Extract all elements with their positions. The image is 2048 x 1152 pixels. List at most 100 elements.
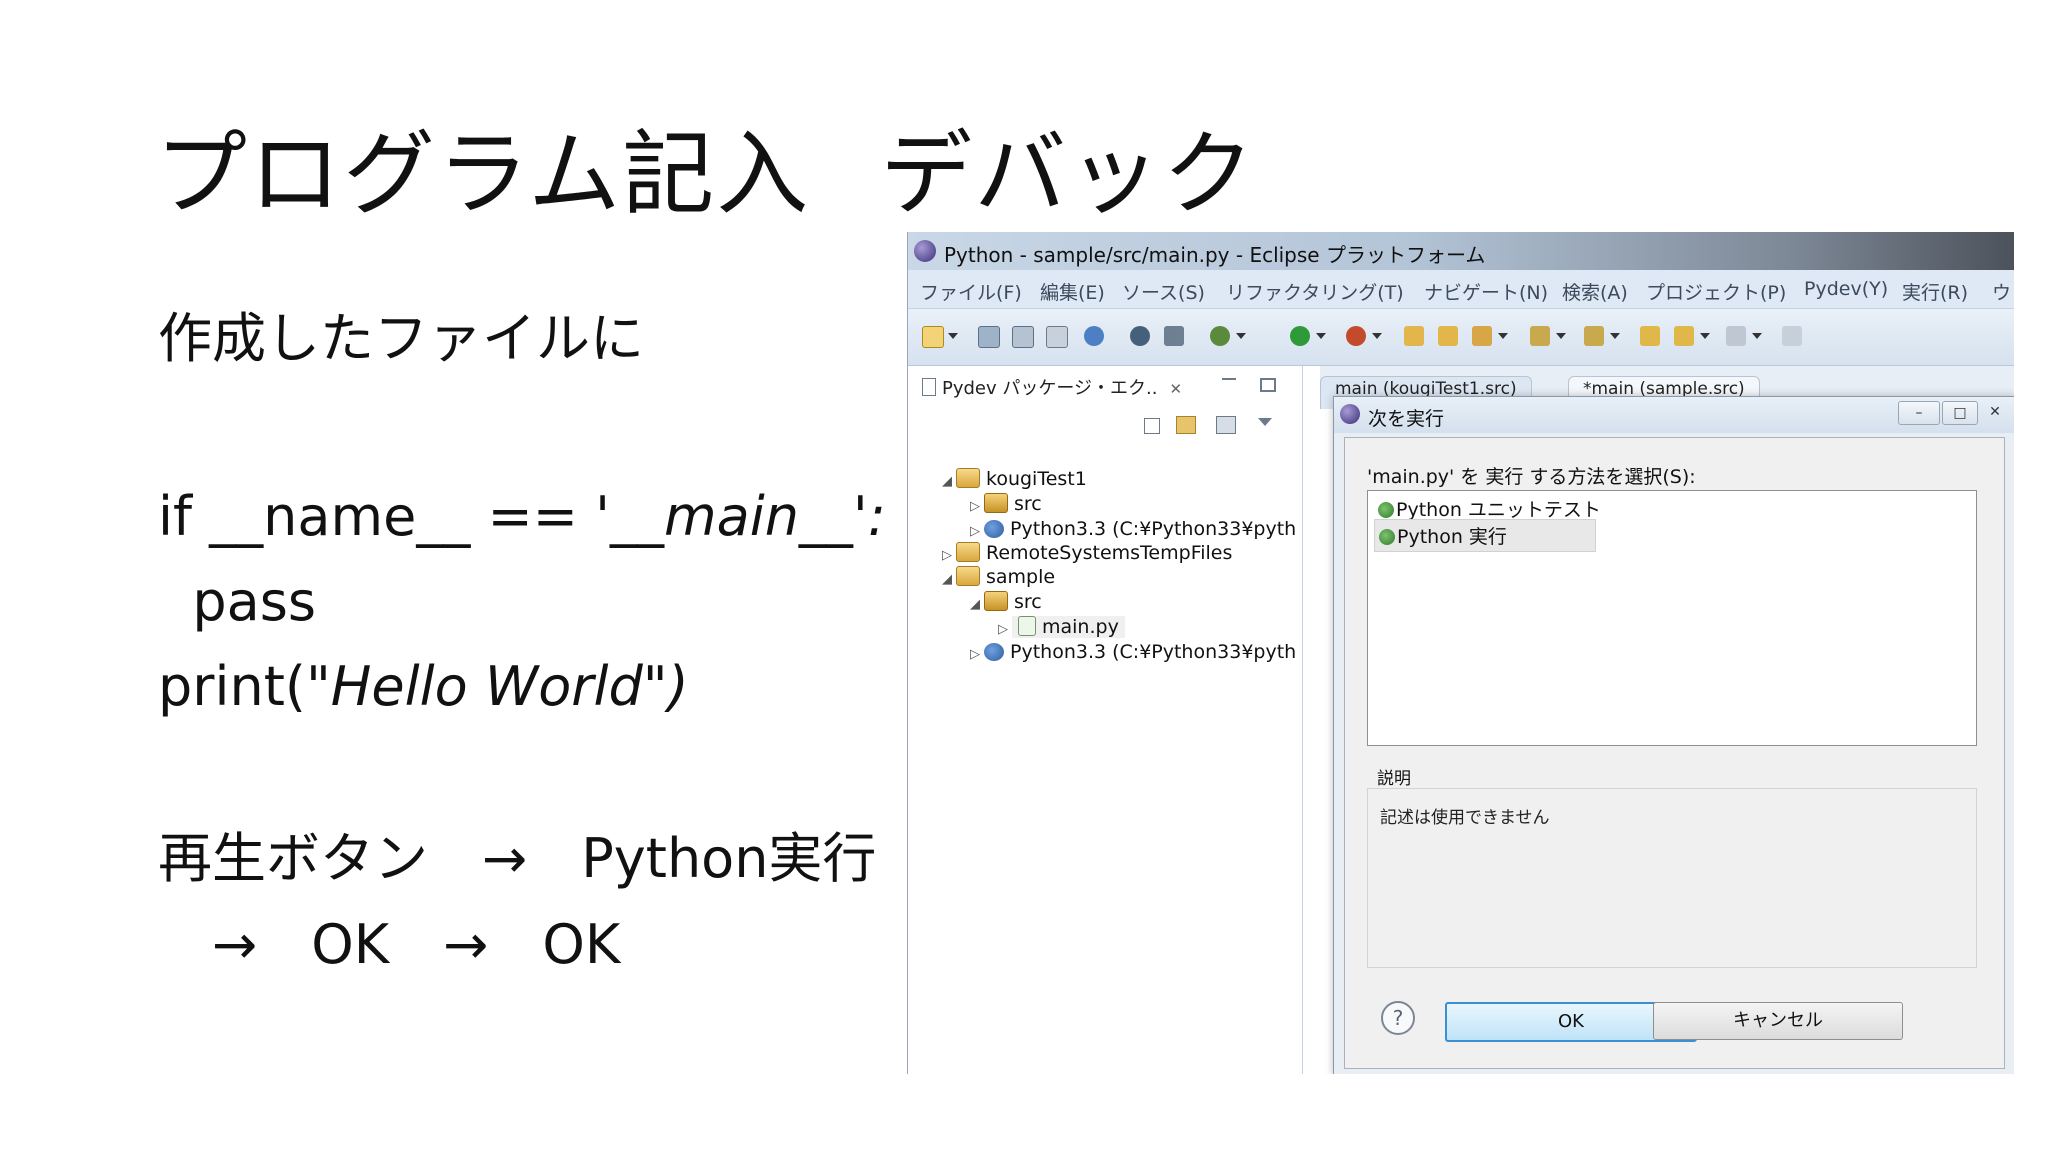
perspective-icon[interactable] [1782, 326, 1802, 346]
back-dropdown-icon[interactable] [1700, 333, 1710, 339]
back-history-icon[interactable] [1640, 326, 1660, 346]
python-file-icon [1018, 616, 1036, 636]
collapsed-arrow-icon[interactable]: ▷ [970, 647, 984, 662]
option-python-run[interactable]: Python 実行 [1374, 519, 1596, 552]
collapsed-arrow-icon[interactable]: ▷ [942, 548, 956, 563]
run-dropdown-icon[interactable] [1316, 333, 1326, 339]
expanded-arrow-icon[interactable]: ◢ [942, 572, 956, 587]
help-icon[interactable]: ? [1381, 1001, 1415, 1035]
collapsed-arrow-icon[interactable]: ▷ [970, 499, 984, 514]
package-explorer-tab[interactable]: Pydev パッケージ・エク.. ✕ [922, 374, 1182, 404]
collapsed-arrow-icon[interactable]: ▷ [998, 622, 1012, 637]
tree-remote[interactable]: ▷ RemoteSystemsTempFiles [942, 542, 1232, 568]
dialog-eclipse-icon [1340, 404, 1360, 424]
external-tools-dropdown-icon[interactable] [1372, 333, 1382, 339]
filter-icon[interactable] [1216, 416, 1236, 434]
code-line-1: if __name__ == '__main__': [158, 490, 886, 544]
open-folder-icon[interactable] [1438, 326, 1458, 346]
launch-options-list[interactable]: Python ユニットテスト Python 実行 [1367, 490, 1977, 746]
menu-edit[interactable]: 編集(E) [1040, 278, 1105, 305]
tree-main-py-selection[interactable]: main.py [1012, 616, 1125, 638]
toolbar [908, 309, 2014, 366]
menu-pydev[interactable]: Pydev(Y) [1804, 278, 1888, 300]
menu-refactoring[interactable]: リファクタリング(T) [1226, 278, 1404, 305]
dialog-maximize-icon[interactable]: □ [1942, 401, 1978, 425]
project-folder-icon [956, 542, 980, 562]
print-icon[interactable] [1046, 326, 1068, 348]
source-folder-icon [984, 493, 1008, 513]
python-interpreter-icon [984, 643, 1004, 661]
tree-main-py[interactable]: ▷ main.py [998, 616, 1125, 642]
slide-title: プログラム記入 デバック [155, 100, 1256, 233]
python-interpreter-icon [984, 520, 1004, 538]
tree-sample-src[interactable]: ◢ src [970, 591, 1042, 617]
tree-sample-python[interactable]: ▷ Python3.3 (C:¥Python33¥pyth [970, 641, 1296, 667]
pydev-run-icon [1379, 529, 1395, 545]
dialog-title: 次を実行 [1368, 408, 1445, 430]
dialog-minimize-icon[interactable]: – [1898, 401, 1940, 425]
package-explorer-tab-label: Pydev パッケージ・エク.. [942, 378, 1158, 399]
tree-kougitest1[interactable]: ◢ kougiTest1 [942, 468, 1087, 494]
tree-kougi-python[interactable]: ▷ Python3.3 (C:¥Python33¥pyth [970, 518, 1296, 544]
external-tools-icon[interactable] [1346, 326, 1366, 346]
expanded-arrow-icon[interactable]: ◢ [942, 474, 956, 489]
minimize-icon[interactable] [1222, 378, 1236, 380]
dialog-body: 'main.py' を 実行 する方法を選択(S): Python ユニットテス… [1344, 437, 2005, 1069]
collapse-all-icon[interactable] [1144, 418, 1160, 434]
tree-label: kougiTest1 [986, 468, 1087, 490]
intro-text: 作成したファイルに [158, 307, 644, 370]
pin-icon[interactable] [1472, 326, 1492, 346]
menu-file[interactable]: ファイル(F) [920, 278, 1022, 305]
prev-annotation-icon[interactable] [1584, 326, 1604, 346]
tree-kougi-src[interactable]: ▷ src [970, 493, 1042, 519]
option-label: Python 実行 [1397, 526, 1507, 548]
cancel-button[interactable]: キャンセル [1653, 1002, 1903, 1040]
menu-search[interactable]: 検索(A) [1562, 278, 1628, 305]
open-type-icon[interactable] [1404, 326, 1424, 346]
prev-annotation-dropdown-icon[interactable] [1610, 333, 1620, 339]
package-icon[interactable] [1164, 326, 1184, 346]
dialog-titlebar: 次を実行 – □ ✕ [1334, 397, 2014, 433]
collapsed-arrow-icon[interactable]: ▷ [970, 524, 984, 539]
pin-dropdown-icon[interactable] [1498, 333, 1508, 339]
window-title: Python - sample/src/main.py - Eclipse プラ… [944, 243, 1486, 267]
launch-prompt: 'main.py' を 実行 する方法を選択(S): [1367, 466, 1696, 488]
dialog-close-icon[interactable]: ✕ [1982, 401, 2008, 423]
code-line-1-plain: if __name__ == ' [158, 485, 610, 548]
save-icon[interactable] [978, 326, 1000, 348]
menu-project[interactable]: プロジェクト(P) [1646, 278, 1786, 305]
option-label: Python ユニットテスト [1396, 499, 1601, 521]
settings-icon[interactable] [1130, 326, 1150, 346]
debug-dropdown-icon[interactable] [1236, 333, 1246, 339]
run-as-dialog: 次を実行 – □ ✕ 'main.py' を 実行 する方法を選択(S): Py… [1333, 396, 2014, 1074]
menu-window[interactable]: ウ [1992, 278, 2011, 305]
eclipse-icon [914, 240, 936, 262]
expanded-arrow-icon[interactable]: ◢ [970, 597, 984, 612]
close-icon[interactable]: ✕ [1169, 380, 1182, 398]
slide-title-main: プログラム記入 [155, 121, 811, 228]
menu-bar: ファイル(F) 編集(E) ソース(S) リファクタリング(T) ナビゲート(N… [908, 270, 2014, 309]
back-icon[interactable] [1674, 326, 1694, 346]
next-annotation-dropdown-icon[interactable] [1556, 333, 1566, 339]
pydev-unittest-icon [1378, 502, 1394, 518]
package-explorer: Pydev パッケージ・エク.. ✕ ◢ kougiTest1 ▷ src ▷ Pyth… [908, 366, 1303, 1074]
link-editor-icon[interactable] [1176, 416, 1196, 434]
maximize-icon[interactable] [1260, 378, 1276, 392]
forward-icon[interactable] [1726, 326, 1746, 346]
run-icon[interactable] [1290, 326, 1310, 346]
new-dropdown-icon[interactable] [948, 333, 958, 339]
tree-label: src [1014, 493, 1042, 515]
menu-source[interactable]: ソース(S) [1122, 278, 1205, 305]
view-menu-icon[interactable] [1258, 418, 1272, 426]
new-icon[interactable] [922, 326, 944, 348]
code-line-3-italic: "Hello World") [305, 655, 689, 718]
menu-navigate[interactable]: ナビゲート(N) [1424, 278, 1548, 305]
tree-sample[interactable]: ◢ sample [942, 566, 1055, 592]
forward-dropdown-icon[interactable] [1752, 333, 1762, 339]
python-icon[interactable] [1084, 326, 1104, 346]
menu-run[interactable]: 実行(R) [1902, 278, 1968, 305]
save-all-icon[interactable] [1012, 326, 1034, 348]
step-line-1: 再生ボタン → Python実行 [158, 827, 877, 890]
debug-icon[interactable] [1210, 326, 1230, 346]
next-annotation-icon[interactable] [1530, 326, 1550, 346]
